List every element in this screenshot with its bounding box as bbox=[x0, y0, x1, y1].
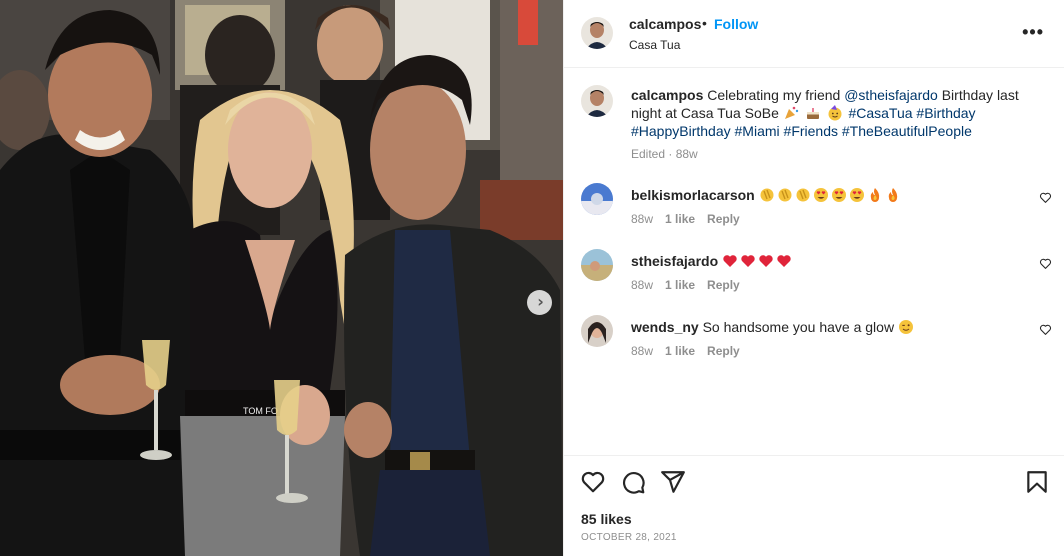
post-actions: 85 likes OCTOBER 28, 2021 bbox=[564, 455, 1064, 556]
cake-icon bbox=[806, 108, 819, 119]
comment-age: 88w bbox=[631, 212, 654, 226]
location-link[interactable]: Casa Tua bbox=[629, 38, 680, 52]
reply-button[interactable]: Reply bbox=[707, 278, 740, 292]
clap-emoji-icon bbox=[760, 188, 774, 202]
post-header: calcampos • Follow Casa Tua ••• bbox=[564, 0, 1064, 68]
post-detail-panel: calcampos • Follow Casa Tua ••• calcampo… bbox=[563, 0, 1064, 556]
heart-eyes-emoji-icon bbox=[849, 188, 864, 202]
caption-text: calcampos Celebrating my friend @stheisf… bbox=[631, 86, 1026, 140]
comment-meta: 88w 1 like Reply bbox=[631, 344, 740, 358]
party-face-icon bbox=[828, 105, 842, 121]
heart-eyes-emoji-icon bbox=[831, 188, 846, 202]
comment-age: 88w bbox=[631, 278, 654, 292]
hashtag-link[interactable]: #CasaTua bbox=[848, 105, 912, 121]
share-icon[interactable] bbox=[660, 469, 686, 495]
comment-emojis bbox=[898, 319, 916, 335]
red-heart-emoji-icon bbox=[723, 255, 737, 267]
bookmark-icon[interactable] bbox=[1024, 469, 1050, 495]
svg-text:TOM FO: TOM FO bbox=[243, 406, 278, 416]
hashtag-link[interactable]: #TheBeautifulPeople bbox=[842, 123, 972, 139]
hashtag-link[interactable]: #HappyBirthday bbox=[631, 123, 731, 139]
clap-emoji-icon bbox=[778, 188, 792, 202]
red-heart-emoji-icon bbox=[759, 255, 773, 267]
comment-text: stheisfajardo bbox=[631, 252, 794, 270]
wink-emoji-icon bbox=[898, 320, 913, 334]
comment-likes[interactable]: 1 like bbox=[665, 344, 695, 358]
more-options-icon[interactable]: ••• bbox=[1022, 22, 1044, 43]
post-photo[interactable]: TOM FO › bbox=[0, 0, 563, 556]
clap-emoji-icon bbox=[796, 188, 810, 202]
post-date: OCTOBER 28, 2021 bbox=[581, 532, 677, 543]
comment-age: 88w bbox=[631, 344, 654, 358]
fire-emoji-icon bbox=[888, 188, 897, 202]
commenter-avatar[interactable] bbox=[581, 183, 613, 215]
comment-item: stheisfajardo 88w 1 like Reply bbox=[564, 249, 1064, 311]
comments-section: calcampos Celebrating my friend @stheisf… bbox=[564, 69, 1064, 455]
comment-meta: 88w 1 like Reply bbox=[631, 278, 740, 292]
caption-username[interactable]: calcampos bbox=[631, 87, 703, 103]
red-heart-emoji-icon bbox=[777, 255, 791, 267]
caption-meta: Edited · 88w bbox=[631, 147, 698, 161]
fire-emoji-icon bbox=[870, 188, 879, 202]
reply-button[interactable]: Reply bbox=[707, 212, 740, 226]
separator-dot: • bbox=[702, 15, 707, 31]
comment-body: So handsome you have a glow bbox=[702, 319, 895, 335]
follow-button[interactable]: Follow bbox=[714, 16, 758, 32]
hashtag-link[interactable]: #Birthday bbox=[916, 105, 975, 121]
heart-icon[interactable] bbox=[580, 469, 606, 495]
comment-item: wends_ny So handsome you have a glow 88w… bbox=[564, 315, 1064, 377]
reply-button[interactable]: Reply bbox=[707, 344, 740, 358]
comment-username[interactable]: belkismorlacarson bbox=[631, 187, 755, 203]
comment-likes[interactable]: 1 like bbox=[665, 278, 695, 292]
next-photo-button[interactable]: › bbox=[527, 290, 552, 315]
comment-icon[interactable] bbox=[620, 469, 646, 495]
like-comment-heart-icon[interactable] bbox=[1039, 257, 1052, 270]
comment-likes[interactable]: 1 like bbox=[665, 212, 695, 226]
comment-username[interactable]: stheisfajardo bbox=[631, 253, 718, 269]
caption-avatar[interactable] bbox=[581, 85, 613, 117]
red-heart-emoji-icon bbox=[741, 255, 755, 267]
author-username[interactable]: calcampos bbox=[629, 16, 701, 32]
comment-emojis bbox=[722, 253, 794, 269]
commenter-avatar[interactable] bbox=[581, 249, 613, 281]
comment-text: wends_ny So handsome you have a glow bbox=[631, 318, 916, 336]
like-comment-heart-icon[interactable] bbox=[1039, 323, 1052, 336]
hashtag-link[interactable]: #Friends bbox=[784, 123, 838, 139]
chevron-right-icon: › bbox=[537, 291, 544, 311]
mention-link[interactable]: @stheisfajardo bbox=[844, 87, 938, 103]
comment-meta: 88w 1 like Reply bbox=[631, 212, 740, 226]
commenter-avatar[interactable] bbox=[581, 315, 613, 347]
caption-text-part1: Celebrating my friend bbox=[703, 87, 845, 103]
hashtag-link[interactable]: #Miami bbox=[735, 123, 780, 139]
comment-username[interactable]: wends_ny bbox=[631, 319, 699, 335]
like-comment-heart-icon[interactable] bbox=[1039, 191, 1052, 204]
author-avatar[interactable] bbox=[581, 17, 613, 49]
comment-item: belkismorlacarson 88w 1 like Reply bbox=[564, 183, 1064, 245]
party-photo-image: TOM FO bbox=[0, 0, 563, 556]
comment-text: belkismorlacarson bbox=[631, 186, 903, 204]
party-popper-icon bbox=[784, 106, 798, 119]
heart-eyes-emoji-icon bbox=[813, 188, 828, 202]
comment-emojis bbox=[759, 187, 903, 203]
likes-count[interactable]: 85 likes bbox=[581, 511, 632, 527]
